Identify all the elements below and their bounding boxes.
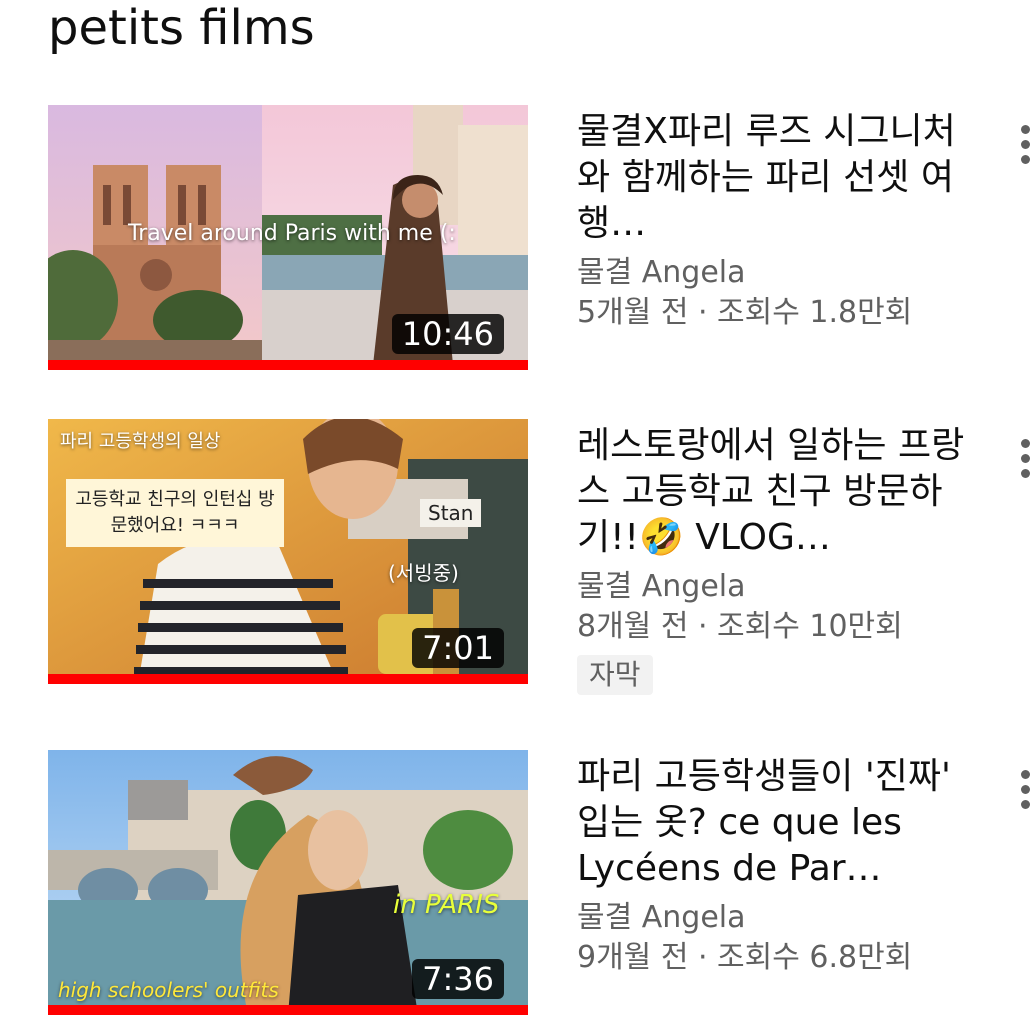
video-meta: 8개월 전 · 조회수 10만회 <box>577 609 903 644</box>
thumbnail-caption-right: in PARIS <box>393 890 500 920</box>
video-item[interactable]: 파리 고등학생의 일상 고등학교 친구의 인턴십 방문했어요! ㅋㅋㅋ Stan… <box>48 419 1032 695</box>
thumbnail-label-stan: Stan <box>420 499 482 527</box>
more-options-icon[interactable] <box>1018 770 1032 830</box>
video-title[interactable]: 물결X파리 루즈 시그니처와 함께하는 파리 선셋 여행… <box>577 109 977 247</box>
channel-name[interactable]: 물결 Angela <box>577 253 977 293</box>
more-options-icon[interactable] <box>1018 125 1032 185</box>
thumbnail-caption-top: 파리 고등학생의 일상 <box>60 431 221 452</box>
video-thumbnail[interactable]: 파리 고등학생의 일상 고등학교 친구의 인턴십 방문했어요! ㅋㅋㅋ Stan… <box>48 419 528 684</box>
subtitles-badge: 자막 <box>577 655 653 695</box>
thumbnail-caption-box: 고등학교 친구의 인턴십 방문했어요! ㅋㅋㅋ <box>66 479 284 547</box>
video-info[interactable]: 레스토랑에서 일하는 프랑스 고등학교 친구 방문하기!!🤣 VLOG… 물결 … <box>577 419 977 695</box>
video-thumbnail[interactable]: in PARIS high schoolers' outfits 7:36 <box>48 750 528 1015</box>
more-options-icon[interactable] <box>1018 439 1032 499</box>
video-meta: 9개월 전 · 조회수 6.8만회 <box>577 940 913 975</box>
video-duration: 10:46 <box>391 314 504 354</box>
video-title[interactable]: 레스토랑에서 일하는 프랑스 고등학교 친구 방문하기!!🤣 VLOG… <box>577 423 977 561</box>
video-duration: 7:36 <box>412 959 504 999</box>
section-title: petits films <box>48 0 315 56</box>
video-info[interactable]: 물결X파리 루즈 시그니처와 함께하는 파리 선셋 여행… 물결 Angela … <box>577 105 977 333</box>
thumbnail-label-serving: (서빙중) <box>388 561 459 585</box>
video-item[interactable]: in PARIS high schoolers' outfits 7:36 파리… <box>48 750 1032 1016</box>
watch-progress-bar <box>48 360 528 370</box>
thumbnail-caption-bottom: high schoolers' outfits <box>58 978 279 1002</box>
watch-progress-bar <box>48 1005 528 1015</box>
video-thumbnail[interactable]: Travel around Paris with me (: 10:46 <box>48 105 528 370</box>
watch-progress-fill <box>48 1005 528 1015</box>
watch-progress-fill <box>48 674 528 684</box>
thumbnail-caption: Travel around Paris with me (: <box>128 221 456 246</box>
watch-progress-bar <box>48 674 528 684</box>
video-meta: 5개월 전 · 조회수 1.8만회 <box>577 295 913 330</box>
channel-name[interactable]: 물결 Angela <box>577 567 977 607</box>
video-info[interactable]: 파리 고등학생들이 '진짜' 입는 옷? ce que les Lycéens … <box>577 750 977 978</box>
watch-progress-fill <box>48 360 528 370</box>
video-item[interactable]: Travel around Paris with me (: 10:46 물결X… <box>48 105 1032 371</box>
video-duration: 7:01 <box>412 628 504 668</box>
channel-name[interactable]: 물결 Angela <box>577 898 977 938</box>
video-title[interactable]: 파리 고등학생들이 '진짜' 입는 옷? ce que les Lycéens … <box>577 754 977 892</box>
